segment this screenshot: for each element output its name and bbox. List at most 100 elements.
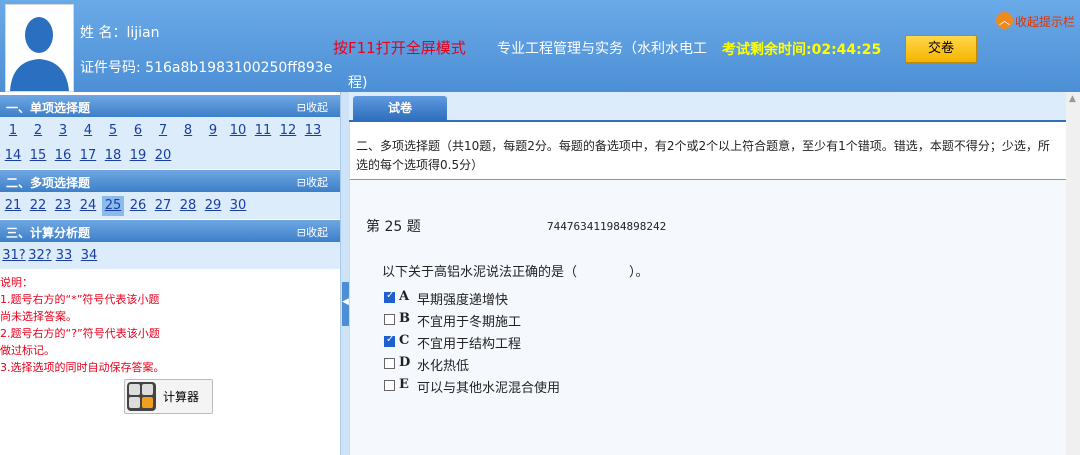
question-link[interactable]: 4: [77, 121, 99, 141]
question-stem: 以下关于高铝水泥说法正确的是（ ）。: [382, 265, 649, 280]
question-link[interactable]: 12: [277, 121, 299, 141]
option-text: 不宜用于冬期施工: [417, 315, 522, 330]
question-link[interactable]: 20: [152, 146, 174, 166]
section-header-multiple-choice: 二、多项选择题 ⊟收起: [0, 170, 340, 192]
question-number: 第 25 题: [366, 219, 421, 235]
checkbox-checked[interactable]: [384, 290, 395, 303]
section-collapse-label: 收起: [306, 176, 328, 189]
section-collapse-label: 收起: [306, 101, 328, 114]
note-line: 尚未选择答案。: [0, 310, 77, 323]
option-key: C: [399, 333, 410, 348]
question-link[interactable]: 29: [202, 196, 224, 216]
question-link[interactable]: 24: [77, 196, 99, 216]
calculator-icon: [127, 382, 156, 411]
chevron-left-icon: ◀: [342, 297, 349, 307]
checkbox[interactable]: [384, 314, 395, 325]
question-link[interactable]: 5: [102, 121, 124, 141]
section-collapse-label: 收起: [306, 226, 328, 239]
section-body-calculation: 31? 32? 33 34: [0, 242, 340, 269]
section-instructions: 二、多项选择题（共10题，每题2分。每题的备选项中，有2个或2个以上符合题意，至…: [356, 139, 1050, 172]
fullscreen-hint: 按F11打开全屏模式: [333, 39, 466, 57]
question-link[interactable]: 21: [2, 196, 24, 216]
calculator-label: 计算器: [163, 390, 200, 404]
question-link[interactable]: 13: [302, 121, 324, 141]
chevron-up-icon: ︿: [996, 12, 1013, 29]
question-link[interactable]: 34: [78, 246, 100, 266]
question-link[interactable]: 7: [152, 121, 174, 141]
question-link[interactable]: 11: [252, 121, 274, 141]
question-link[interactable]: 26: [127, 196, 149, 216]
section-collapse-button[interactable]: ⊟收起: [297, 174, 328, 190]
section-body-multiple-choice: 21 22 23 24 25 26 27 28 29 30: [0, 192, 340, 219]
question-id: 744763411984898242: [547, 220, 667, 233]
vertical-scrollbar[interactable]: ▲: [1066, 92, 1080, 455]
avatar: [5, 4, 74, 92]
question-navigator: 一、单项选择题 ⊟收起 1 2 3 4 5 6 7 8 9 10 11 12 1…: [0, 92, 340, 455]
section-title: 一、单项选择题: [6, 101, 91, 115]
note-line: 3.选择选项的同时自动保存答案。: [0, 361, 165, 374]
question-link[interactable]: 6: [127, 121, 149, 141]
question-link[interactable]: 8: [177, 121, 199, 141]
option-text: 不宜用于结构工程: [417, 337, 522, 352]
question-area: 第 25 题 744763411984898242 以下关于高铝水泥说法正确的是…: [350, 180, 1066, 455]
section-collapse-button[interactable]: ⊟收起: [297, 224, 328, 240]
option-key: A: [399, 289, 410, 304]
option-text: 早期强度递增快: [417, 293, 509, 308]
question-link[interactable]: 30: [227, 196, 249, 216]
question-link[interactable]: 27: [152, 196, 174, 216]
option-key: D: [399, 355, 411, 370]
note-line: 2.题号右方的“?”符号代表该小题: [0, 327, 160, 340]
question-content: 二、多项选择题（共10题，每题2分。每题的备选项中，有2个或2个以上符合题意，至…: [349, 122, 1066, 455]
candidate-name: 姓 名：lijian: [80, 25, 160, 41]
question-link-current[interactable]: 25: [102, 196, 124, 216]
exam-subject-cont: 程): [348, 75, 368, 91]
tab-exam-paper[interactable]: 试卷: [353, 96, 447, 120]
option-text: 可以与其他水泥混合使用: [417, 381, 561, 396]
section-title: 二、多项选择题: [6, 176, 91, 190]
exam-header: 姓 名：lijian 证件号码: 516a8b1983100250ff893e …: [0, 0, 1080, 92]
question-link[interactable]: 16: [52, 146, 74, 166]
question-link[interactable]: 2: [27, 121, 49, 141]
note-line: 做过标记。: [0, 344, 55, 357]
checkbox[interactable]: [384, 358, 395, 369]
question-link[interactable]: 33: [53, 246, 75, 266]
question-link[interactable]: 18: [102, 146, 124, 166]
calculator-button[interactable]: 计算器: [124, 379, 213, 414]
instructions-notes: 说明： 1.题号右方的“*”符号代表该小题 尚未选择答案。 2.题号右方的“?”…: [0, 274, 300, 376]
option-key: B: [399, 311, 410, 326]
checkbox-checked[interactable]: [384, 334, 395, 347]
section-title: 三、计算分析题: [6, 226, 91, 240]
question-link[interactable]: 22: [27, 196, 49, 216]
collapse-icon: ⊟: [296, 176, 306, 189]
question-link-marked[interactable]: 31?: [2, 246, 26, 266]
scroll-up-icon[interactable]: ▲: [1069, 94, 1076, 104]
checkbox[interactable]: [384, 380, 395, 391]
section-collapse-button[interactable]: ⊟收起: [297, 99, 328, 115]
option-key: E: [399, 377, 409, 392]
question-link[interactable]: 19: [127, 146, 149, 166]
option-text: 水化热低: [417, 359, 470, 374]
collapse-icon: ⊟: [296, 226, 306, 239]
question-link[interactable]: 10: [227, 121, 249, 141]
section-body-single-choice: 1 2 3 4 5 6 7 8 9 10 11 12 13 14 15 16 1…: [0, 117, 340, 169]
question-link[interactable]: 1: [2, 121, 24, 141]
exam-paper-panel: 试卷 二、多项选择题（共10题，每题2分。每题的备选项中，有2个或2个以上符合题…: [349, 92, 1080, 455]
collapse-icon: ⊟: [296, 101, 306, 114]
question-link[interactable]: 17: [77, 146, 99, 166]
question-link[interactable]: 23: [52, 196, 74, 216]
question-link[interactable]: 28: [177, 196, 199, 216]
remaining-time: 考试剩余时间:02:44:25: [722, 42, 882, 58]
note-line: 1.题号右方的“*”符号代表该小题: [0, 293, 160, 306]
question-link[interactable]: 3: [52, 121, 74, 141]
question-link[interactable]: 14: [2, 146, 24, 166]
section-header-single-choice: 一、单项选择题 ⊟收起: [0, 95, 340, 117]
exam-subject: 专业工程管理与实务（水利水电工: [497, 41, 707, 57]
collapse-tip-label: 收起提示栏: [1015, 15, 1076, 29]
question-link[interactable]: 9: [202, 121, 224, 141]
section-header-calculation: 三、计算分析题 ⊟收起: [0, 220, 340, 242]
candidate-id-number: 证件号码: 516a8b1983100250ff893e: [80, 60, 333, 76]
note-line: 说明：: [0, 276, 33, 289]
submit-exam-button[interactable]: 交卷: [905, 35, 977, 63]
question-link-marked[interactable]: 32?: [28, 246, 52, 266]
question-link[interactable]: 15: [27, 146, 49, 166]
